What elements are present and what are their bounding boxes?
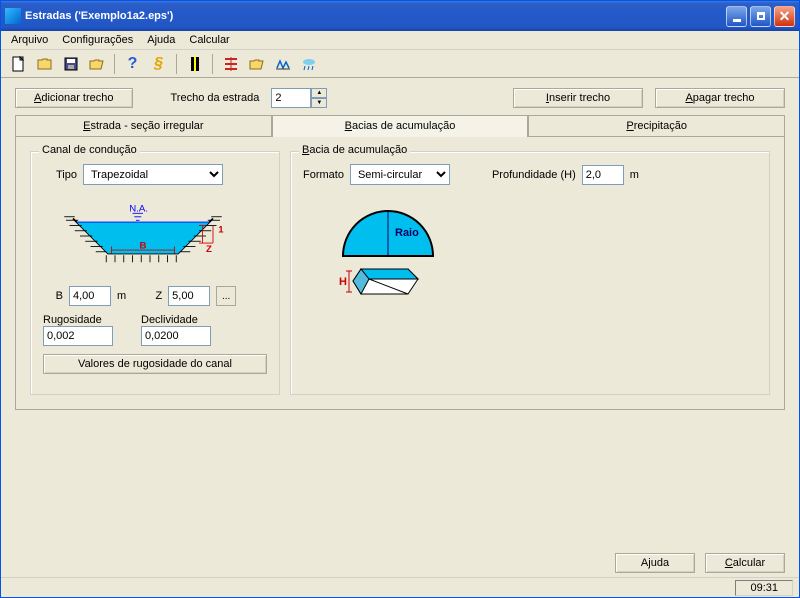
help-icon[interactable]: ? xyxy=(121,53,144,75)
declividade-input[interactable] xyxy=(141,326,211,346)
close-button[interactable]: ✕ xyxy=(774,6,795,27)
tipo-label: Tipo xyxy=(43,169,77,181)
trecho-spinner[interactable]: ▲ ▼ xyxy=(271,88,327,108)
toolbar-separator xyxy=(114,54,115,74)
profundidade-input[interactable] xyxy=(582,165,624,185)
sections-icon[interactable] xyxy=(219,53,242,75)
tab-bar: Estrada - seção irregular Bacias de acum… xyxy=(15,114,785,136)
declividade-label: Declividade xyxy=(141,314,211,326)
road-icon[interactable] xyxy=(183,53,206,75)
bacia-fieldset: Bacia de acumulação Formato Semi-circula… xyxy=(290,151,770,395)
z-label: Z xyxy=(142,290,162,302)
info-icon[interactable]: § xyxy=(147,53,170,75)
svg-text:H: H xyxy=(339,276,347,288)
saveas-icon[interactable] xyxy=(85,53,108,75)
canal-legend: Canal de condução xyxy=(39,144,140,156)
basin-icon[interactable] xyxy=(245,53,268,75)
delete-trecho-button[interactable]: Apagar trecho xyxy=(655,88,785,108)
z-input[interactable] xyxy=(168,286,210,306)
b-label: B xyxy=(43,290,63,302)
rain-icon[interactable] xyxy=(297,53,320,75)
profundidade-unit: m xyxy=(630,169,639,181)
tab-precipitacao[interactable]: Precipitação xyxy=(528,115,785,137)
content-area: Adicionar trecho Trecho da estrada ▲ ▼ I… xyxy=(1,78,799,420)
menu-ajuda[interactable]: Ajuda xyxy=(141,33,181,47)
tipo-select[interactable]: Trapezoidal xyxy=(83,164,223,185)
formato-label: Formato xyxy=(303,169,344,181)
svg-text:1: 1 xyxy=(218,225,224,236)
toolbar-separator xyxy=(176,54,177,74)
rugosidade-input[interactable] xyxy=(43,326,113,346)
menu-arquivo[interactable]: Arquivo xyxy=(5,33,54,47)
toolbar: ? § xyxy=(1,50,799,78)
statusbar: 09:31 xyxy=(1,577,799,597)
spin-down-button[interactable]: ▼ xyxy=(311,98,327,108)
formato-select[interactable]: Semi-circular xyxy=(350,164,450,185)
ajuda-button[interactable]: Ajuda xyxy=(615,553,695,573)
spin-up-button[interactable]: ▲ xyxy=(311,88,327,98)
new-file-icon[interactable] xyxy=(7,53,30,75)
tab-estrada[interactable]: Estrada - seção irregular xyxy=(15,115,272,137)
maximize-button[interactable] xyxy=(750,6,771,27)
rugosidade-valores-button[interactable]: Valores de rugosidade do canal xyxy=(43,354,267,374)
window-title: Estradas ('Exemplo1a2.eps') xyxy=(25,10,173,22)
menu-calcular[interactable]: Calcular xyxy=(183,33,235,47)
add-trecho-button[interactable]: Adicionar trecho xyxy=(15,88,133,108)
toolbar-separator xyxy=(212,54,213,74)
trecho-input[interactable] xyxy=(271,88,311,108)
rugosidade-label: Rugosidade xyxy=(43,314,113,326)
app-icon xyxy=(5,8,21,24)
calcular-button[interactable]: Calcular xyxy=(705,553,785,573)
minimize-button[interactable] xyxy=(726,6,747,27)
insert-trecho-button[interactable]: Inserir trecho xyxy=(513,88,643,108)
open-folder-icon[interactable] xyxy=(33,53,56,75)
menu-configuracoes[interactable]: Configurações xyxy=(56,33,139,47)
svg-text:Raio: Raio xyxy=(395,227,419,239)
trecho-label: Trecho da estrada xyxy=(171,92,260,104)
profundidade-label: Profundidade (H) xyxy=(492,169,576,181)
svg-text:Z: Z xyxy=(206,244,212,255)
b-input[interactable] xyxy=(69,286,111,306)
z-more-button[interactable]: ... xyxy=(216,286,236,306)
hydro-icon[interactable] xyxy=(271,53,294,75)
titlebar: Estradas ('Exemplo1a2.eps') ✕ xyxy=(1,1,799,31)
status-time: 09:31 xyxy=(735,580,793,596)
svg-text:B: B xyxy=(140,240,147,251)
menubar: Arquivo Configurações Ajuda Calcular xyxy=(1,31,799,50)
tab-bacias[interactable]: Bacias de acumulação xyxy=(272,115,529,137)
app-window: Estradas ('Exemplo1a2.eps') ✕ Arquivo Co… xyxy=(0,0,800,598)
save-icon[interactable] xyxy=(59,53,82,75)
canal-fieldset: Canal de condução Tipo Trapezoidal N.A. xyxy=(30,151,280,395)
canal-diagram: N.A. B 1 Z xyxy=(43,201,243,271)
bacia-legend: Bacia de acumulação xyxy=(299,144,410,156)
bacia-diagram: Raio H xyxy=(323,201,463,311)
b-unit: m xyxy=(117,290,126,302)
